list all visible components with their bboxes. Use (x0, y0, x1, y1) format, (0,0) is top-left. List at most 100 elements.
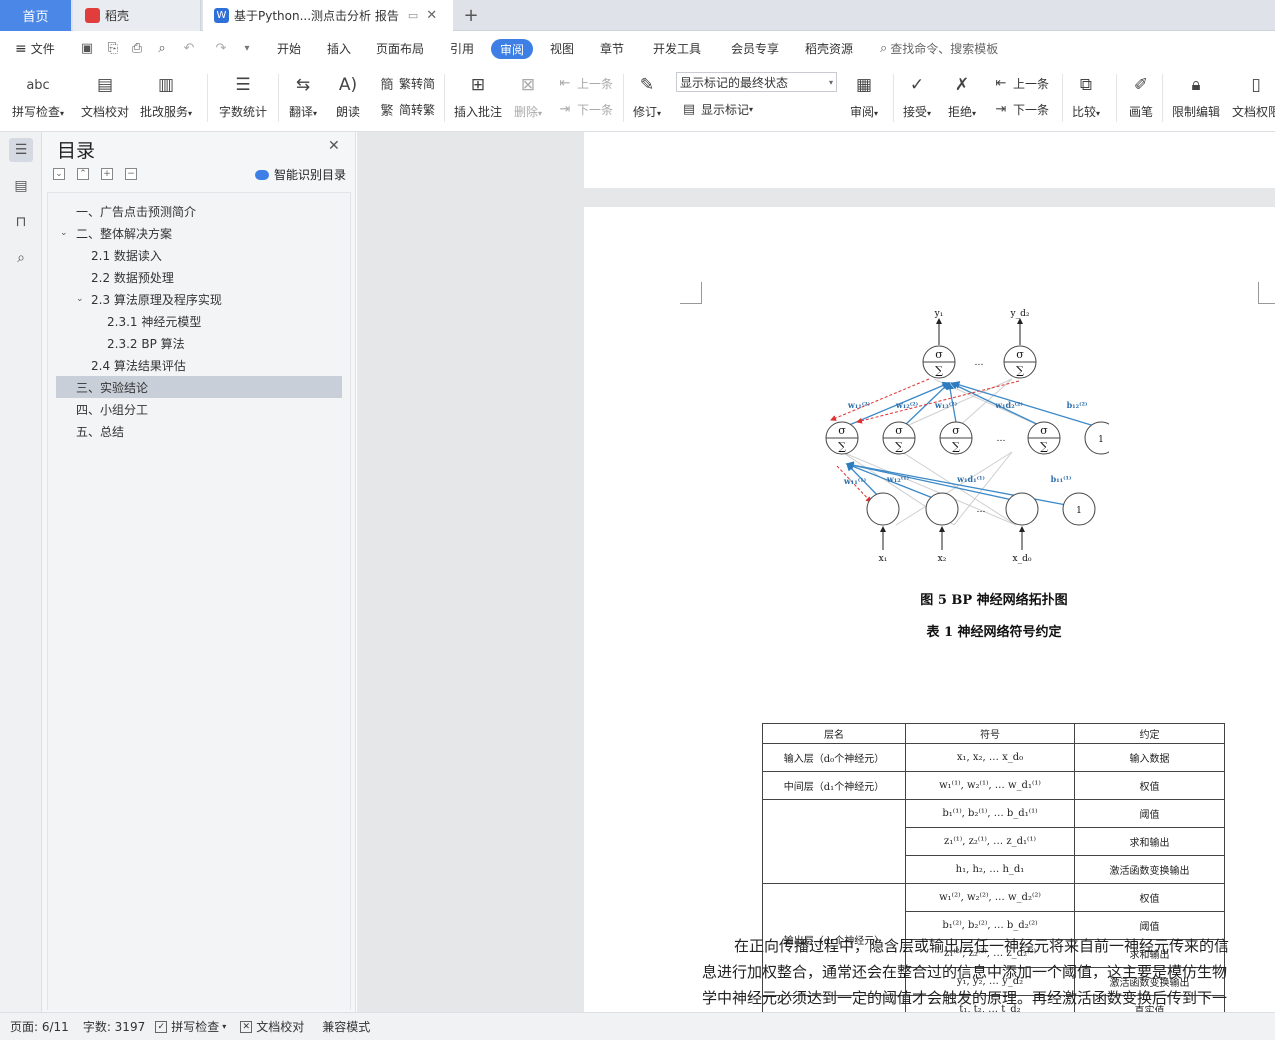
simp-to-trad-icon: 繁 (380, 103, 394, 119)
toc-item[interactable]: 一、广告点击预测简介 (56, 200, 342, 222)
margin-corner-mark (1258, 282, 1275, 304)
simp-to-trad-button[interactable]: 繁 简转繁 (378, 100, 435, 119)
toc-item[interactable]: ⌄ 2.3 算法原理及程序实现 (56, 288, 342, 310)
menu-insert[interactable]: 插入 (327, 31, 351, 66)
reject-button[interactable]: ✗ 拒绝▾ (947, 70, 977, 120)
document-page[interactable]: σ ∑ σ ∑ σ ∑ σ ∑ σ ∑ σ ∑ 1 1 … … … y₁ y_d… (584, 207, 1275, 1012)
weight-label: w₁d₂⁽²⁾ (994, 400, 1023, 410)
bias-node-label: 1 (1098, 435, 1104, 445)
next-comment-button[interactable]: ⇥ 下一条 (556, 100, 613, 118)
toc-item[interactable]: 五、总结 (56, 420, 342, 442)
toc-item[interactable]: ⌄ 二、整体解决方案 (56, 222, 342, 244)
sigma-label: σ (895, 424, 903, 437)
track-changes-button[interactable]: ✎ 修订▾ (632, 70, 662, 120)
insert-comment-button[interactable]: ⊞ 插入批注 (454, 70, 502, 120)
collapse-all-icon[interactable]: − (125, 168, 137, 180)
menu-page-layout[interactable]: 页面布局 (376, 31, 424, 66)
spell-check-status[interactable]: ✓ 拼写检查 ▾ (155, 1018, 226, 1035)
restrict-edit-button[interactable]: 🔒︎ 限制编辑 (1172, 70, 1220, 120)
spell-check-button[interactable]: abc 拼写检查▾ (12, 70, 64, 120)
find-icon[interactable]: ⌕ (9, 246, 33, 270)
word-count-indicator[interactable]: 字数: 3197 (83, 1018, 145, 1035)
toc-item-label: 二、整体解决方案 (76, 226, 173, 241)
menu-bar: ≡ 文件 ▣ ⎘ ⎙ ⌕ ↶ ↷ ▾ 开始 插入 页面布局 引用 审阅 视图 章… (0, 31, 1275, 66)
document-canvas[interactable]: σ ∑ σ ∑ σ ∑ σ ∑ σ ∑ σ ∑ 1 1 … … … y₁ y_d… (357, 132, 1275, 1012)
command-search[interactable]: ⌕ 查找命令、搜索模板 (880, 31, 998, 66)
accept-icon: ✓ (909, 75, 925, 95)
file-menu[interactable]: ≡ 文件 (15, 31, 55, 66)
undo-icon[interactable]: ↶ (180, 39, 198, 57)
tab-home[interactable]: 首页 (0, 0, 71, 31)
toc-item[interactable]: 四、小组分工 (56, 398, 342, 420)
doc-check-button[interactable]: ▤ 文档校对 (81, 70, 129, 120)
page-indicator[interactable]: 页面: 6/11 (10, 1018, 69, 1035)
show-markup-button[interactable]: ▤ 显示标记 ▾ (680, 100, 753, 118)
tab-document[interactable]: W 基于Python...测点击分析 报告 ▭ ✕ (203, 0, 453, 31)
menu-chapter[interactable]: 章节 (600, 31, 624, 66)
menu-reference[interactable]: 引用 (450, 31, 474, 66)
menu-daoke-resources[interactable]: 稻壳资源 (805, 31, 853, 66)
doc-permission-button[interactable]: ▯ 文档权限 (1232, 70, 1275, 120)
prev-change-button[interactable]: ⇤ 上一条 (992, 74, 1049, 92)
smart-toc-button[interactable]: 智能识别目录 (255, 166, 346, 183)
next-comment-label: 下一条 (577, 102, 614, 117)
checkbox-x-icon: ✕ (240, 1020, 253, 1033)
y1-label: y₁ (934, 309, 944, 319)
chevron-down-icon: ▾ (222, 1022, 227, 1031)
toc-item[interactable]: 2.1 数据读入 (56, 244, 342, 266)
toc-item[interactable]: 2.4 算法结果评估 (56, 354, 342, 376)
menu-member[interactable]: 会员专享 (731, 31, 779, 66)
chevron-down-icon[interactable]: ▾ (238, 39, 256, 57)
toc-item[interactable]: 2.3.2 BP 算法 (56, 332, 342, 354)
chevron-down-icon[interactable]: ⌄ (76, 294, 84, 304)
markup-state-select[interactable]: 显示标记的最终状态 ▾ (676, 72, 837, 92)
toc-item-label: 2.1 数据读入 (91, 248, 162, 263)
tab-daoke[interactable]: 稻壳 (73, 0, 201, 31)
export-icon[interactable]: ⎘ (104, 39, 122, 57)
prev-comment-label: 上一条 (577, 76, 614, 91)
print-icon[interactable]: ⎙ (128, 39, 146, 57)
word-count-button[interactable]: ☰ 字数统计 (219, 70, 267, 120)
new-tab-button[interactable]: + (458, 0, 484, 31)
compare-button[interactable]: ⧉ 比较▾ (1071, 70, 1101, 120)
chapter-nav-icon[interactable]: ▤ (9, 174, 33, 198)
batch-service-button[interactable]: ▥ 批改服务▾ (140, 70, 192, 120)
accept-button[interactable]: ✓ 接受▾ (902, 70, 932, 120)
next-comment-icon: ⇥ (559, 101, 571, 117)
menu-start[interactable]: 开始 (277, 31, 301, 66)
delete-comment-button[interactable]: ⊠ 删除▾ (513, 70, 543, 120)
bookmark-icon[interactable]: ⊓ (9, 210, 33, 234)
collapse-icon[interactable]: ⌄ (53, 168, 65, 180)
ai-icon (255, 169, 269, 180)
redo-icon[interactable]: ↷ (212, 39, 230, 57)
word-doc-icon: W (214, 8, 229, 23)
proofread-status[interactable]: ✕ 文档校对 (240, 1018, 304, 1035)
menu-view[interactable]: 视图 (550, 31, 574, 66)
pen-button[interactable]: ✐ 画笔 (1126, 70, 1156, 120)
prev-comment-button[interactable]: ⇤ 上一条 (556, 74, 613, 92)
chevron-down-icon: ▾ (828, 77, 833, 87)
menu-review[interactable]: 审阅 (491, 39, 534, 59)
expand-up-icon[interactable]: ⌃ (77, 168, 89, 180)
toc-item[interactable]: 2.3.1 神经元模型 (56, 310, 342, 332)
save-icon[interactable]: ▣ (78, 39, 96, 57)
toc-item-label: 2.2 数据预处理 (91, 270, 174, 285)
read-aloud-button[interactable]: A) 朗读 (333, 70, 363, 120)
trad-to-simp-button[interactable]: 簡 繁转简 (378, 74, 435, 93)
toc-item[interactable]: 2.2 数据预处理 (56, 266, 342, 288)
next-change-button[interactable]: ⇥ 下一条 (992, 100, 1049, 118)
review-pane-button[interactable]: ▦ 审阅▾ (849, 70, 879, 120)
bp-network-diagram: σ ∑ σ ∑ σ ∑ σ ∑ σ ∑ σ ∑ 1 1 … … … y₁ y_d… (825, 309, 1109, 564)
monitor-icon[interactable]: ▭ (408, 9, 418, 22)
table-cell: 中间层（d₁个神经元） (762, 771, 906, 800)
show-markup-icon: ▤ (682, 101, 696, 117)
toc-panel-icon[interactable]: ☰ (9, 138, 33, 162)
chevron-down-icon[interactable]: ⌄ (60, 228, 68, 238)
close-icon[interactable]: ✕ (328, 138, 340, 154)
close-tab-icon[interactable]: ✕ (426, 8, 437, 23)
print-preview-icon[interactable]: ⌕ (153, 39, 171, 57)
menu-dev-tools[interactable]: 开发工具 (653, 31, 701, 66)
expand-all-icon[interactable]: + (101, 168, 113, 180)
toc-item-selected[interactable]: 三、实验结论 (56, 376, 342, 398)
translate-button[interactable]: ⇆ 翻译▾ (288, 70, 318, 120)
